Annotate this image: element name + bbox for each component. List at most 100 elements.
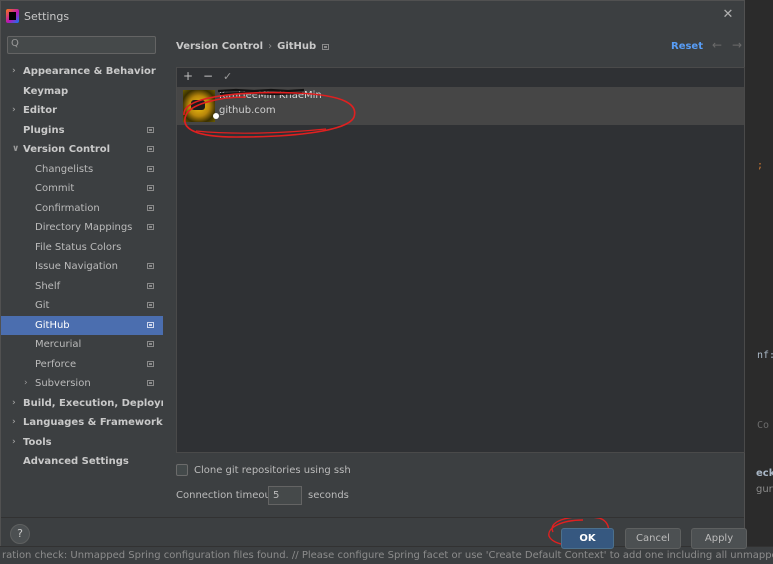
sidebar-item-issue-navigation[interactable]: Issue Navigation: [1, 257, 163, 277]
sidebar-item-tools[interactable]: › Tools: [1, 433, 163, 453]
sidebar-item-github[interactable]: GitHub: [1, 315, 163, 335]
accounts-list-panel: + − ✓ KimHeeMin KhaeMin github.com: [176, 67, 745, 453]
remove-account-button[interactable]: −: [203, 69, 213, 83]
chevron-right-icon[interactable]: ›: [12, 433, 16, 453]
close-icon[interactable]: ✕: [720, 7, 736, 23]
project-scope-icon: [147, 282, 154, 289]
sidebar-item-appearance-behavior[interactable]: › Appearance & Behavior: [1, 62, 163, 82]
accounts-toolbar: + − ✓: [177, 68, 744, 86]
timeout-unit: seconds: [308, 490, 349, 501]
sidebar-item-label: Advanced Settings: [23, 456, 129, 467]
sidebar-item-label: Languages & Frameworks: [23, 417, 169, 428]
bg-code-fragment: nf:: [757, 350, 773, 361]
set-default-account-button[interactable]: ✓: [223, 70, 232, 83]
dialog-title: Settings: [24, 10, 70, 23]
project-scope-icon: [147, 185, 154, 191]
project-scope-icon: [147, 341, 154, 347]
sidebar-item-languages-frameworks[interactable]: › Languages & Frameworks: [1, 413, 169, 433]
search-input[interactable]: [23, 38, 151, 52]
sidebar-item-subversion[interactable]: › Subversion: [1, 374, 163, 394]
account-name: KimHeeMin KhaeMin: [219, 90, 322, 101]
account-list-item[interactable]: KimHeeMin KhaeMin github.com: [177, 87, 744, 138]
settings-dialog: Settings ✕ Q › Appearance & Behavior Keyma…: [0, 0, 747, 549]
checkbox-box[interactable]: [176, 464, 188, 476]
sidebar-item-perforce[interactable]: Perforce: [1, 355, 163, 375]
chevron-right-icon[interactable]: ›: [12, 394, 16, 414]
forward-arrow-icon[interactable]: →: [732, 38, 742, 52]
project-scope-icon: [147, 263, 154, 269]
clone-ssh-label: Clone git repositories using ssh: [194, 465, 351, 476]
sidebar-item-shelf[interactable]: Shelf: [1, 277, 163, 297]
sidebar-item-label: Perforce: [35, 358, 77, 370]
breadcrumb-parent[interactable]: Version Control: [176, 41, 263, 52]
bg-notification-title: eck: [756, 468, 773, 479]
sidebar-item-build-execution-deployment[interactable]: › Build, Execution, Deployment: [1, 394, 190, 414]
sidebar-item-file-status-colors[interactable]: File Status Colors: [1, 238, 163, 258]
bg-code-fragment: Co: [757, 420, 770, 431]
breadcrumb-current: GitHub: [277, 41, 317, 52]
help-button[interactable]: ?: [10, 524, 30, 544]
sidebar-item-label: GitHub: [35, 319, 70, 331]
chevron-right-icon[interactable]: ›: [12, 101, 16, 121]
back-arrow-icon[interactable]: ←: [712, 38, 722, 52]
sidebar-item-label: Editor: [23, 105, 57, 116]
sidebar-item-label: Keymap: [23, 85, 69, 97]
sidebar-item-label: Git: [35, 300, 50, 311]
status-message: ration check: Unmapped Spring configurat…: [2, 550, 773, 561]
apply-button[interactable]: Apply: [691, 528, 747, 549]
sidebar-item-label: Commit: [35, 183, 75, 194]
sidebar-item-label: Mercurial: [35, 339, 82, 350]
sidebar-item-label: Shelf: [35, 280, 61, 292]
avatar: [183, 90, 215, 122]
project-scope-icon: [147, 146, 154, 152]
ok-button[interactable]: OK: [561, 528, 614, 549]
sidebar-item-label: Directory Mappings: [35, 222, 133, 233]
sidebar-item-label: Tools: [23, 436, 52, 448]
timeout-field[interactable]: [268, 486, 302, 505]
sidebar-item-mercurial[interactable]: Mercurial: [1, 335, 163, 355]
project-scope-icon: [147, 165, 154, 172]
bg-notification-text: gura: [756, 484, 773, 495]
reset-link[interactable]: Reset: [671, 41, 703, 52]
project-scope-icon: [147, 360, 154, 367]
search-field[interactable]: Q: [7, 36, 156, 54]
sidebar-item-advanced-settings[interactable]: Advanced Settings: [1, 452, 163, 472]
github-settings-panel: Version Control › GitHub Reset ← → + − ✓ K…: [163, 33, 745, 517]
sidebar-item-plugins[interactable]: Plugins: [1, 121, 163, 141]
chevron-right-icon[interactable]: ›: [12, 413, 16, 433]
sidebar-item-version-control[interactable]: ∨ Version Control: [1, 140, 163, 160]
settings-sidebar: Q › Appearance & Behavior Keymap › Editor Plu…: [1, 33, 190, 517]
sidebar-item-commit[interactable]: Commit: [1, 179, 163, 199]
add-account-button[interactable]: +: [183, 69, 193, 83]
chevron-right-icon[interactable]: ›: [24, 374, 28, 394]
sidebar-item-label: Appearance & Behavior: [23, 66, 156, 77]
intellij-app-icon: [6, 9, 19, 23]
project-scope-icon: [147, 224, 154, 230]
sidebar-item-changelists[interactable]: Changelists: [1, 160, 163, 180]
sidebar-item-label: File Status Colors: [35, 241, 122, 253]
chevron-down-icon[interactable]: ∨: [12, 140, 19, 160]
sidebar-item-label: Confirmation: [35, 202, 100, 214]
breadcrumb-separator: ›: [268, 41, 273, 52]
clone-ssh-checkbox[interactable]: Clone git repositories using ssh: [176, 464, 351, 476]
dialog-titlebar: Settings ✕: [1, 1, 744, 33]
dialog-footer: ? OK Cancel Apply: [1, 517, 747, 549]
project-scope-icon: [147, 126, 154, 133]
sidebar-item-label: Subversion: [35, 378, 91, 389]
chevron-right-icon[interactable]: ›: [12, 62, 16, 82]
sidebar-item-label: Version Control: [23, 144, 111, 155]
project-scope-icon: [147, 321, 154, 328]
sidebar-item-git[interactable]: Git: [1, 296, 163, 316]
search-icon: Q: [11, 38, 19, 49]
cancel-button[interactable]: Cancel: [625, 528, 681, 549]
project-scope-icon: [322, 44, 330, 50]
project-scope-icon: [147, 302, 154, 308]
project-scope-icon: [147, 204, 154, 211]
account-server: github.com: [219, 105, 276, 116]
breadcrumb: Version Control › GitHub: [176, 41, 330, 52]
sidebar-item-keymap[interactable]: Keymap: [1, 82, 163, 102]
sidebar-item-directory-mappings[interactable]: Directory Mappings: [1, 218, 163, 238]
bg-code-fragment: ;: [757, 160, 764, 171]
sidebar-item-editor[interactable]: › Editor: [1, 101, 163, 121]
sidebar-item-confirmation[interactable]: Confirmation: [1, 199, 163, 219]
